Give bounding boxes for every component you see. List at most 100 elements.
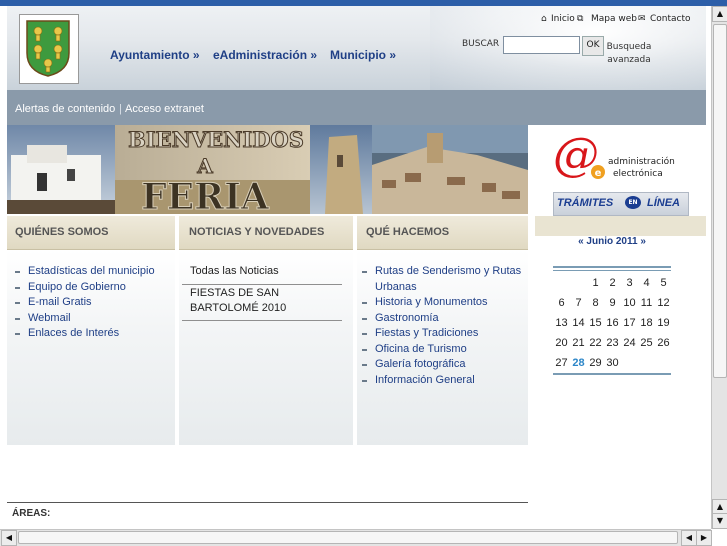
- scroll-left-arrow-icon[interactable]: ◀: [1, 530, 17, 546]
- banner-title: BIENVENIDOS: [128, 127, 304, 152]
- calendar-day[interactable]: 22: [587, 337, 604, 349]
- calendar-day[interactable]: 19: [655, 317, 672, 329]
- todas-noticias-link[interactable]: Todas las Noticias: [190, 265, 279, 277]
- calendar-day[interactable]: 27: [553, 357, 570, 369]
- search-input[interactable]: [503, 36, 580, 54]
- calendar-day[interactable]: 17: [621, 317, 638, 329]
- noticias-separator: [182, 284, 342, 285]
- quienes-link[interactable]: Equipo de Gobierno: [28, 281, 126, 293]
- banner-connector: A: [196, 154, 213, 178]
- calendar-day[interactable]: 3: [621, 277, 638, 289]
- calendar-day[interactable]: 30: [604, 357, 621, 369]
- calendar-day[interactable]: 6: [553, 297, 570, 309]
- calendar-day[interactable]: 16: [604, 317, 621, 329]
- en-badge: EN: [625, 196, 641, 209]
- calendar-month-nav[interactable]: « Junio 2011 »: [553, 236, 671, 247]
- tramites-label: TRÁMITES: [557, 197, 614, 209]
- bullet-icon: [362, 364, 367, 366]
- vertical-scroll-thumb[interactable]: [713, 24, 727, 378]
- scroll-up-arrow-icon[interactable]: ▲: [712, 6, 727, 22]
- home-icon: ⌂: [541, 14, 547, 24]
- e-letter: e: [595, 168, 602, 179]
- alertas-link[interactable]: Alertas de contenido: [15, 103, 115, 115]
- coat-of-arms-logo[interactable]: [25, 19, 71, 77]
- calendar-day[interactable]: 15: [587, 317, 604, 329]
- calendar-divider: [553, 373, 671, 375]
- areas-label: ÁREAS:: [12, 508, 51, 519]
- bullet-icon: [15, 286, 20, 289]
- quienes-link[interactable]: Webmail: [28, 312, 71, 324]
- calendar-day[interactable]: 26: [655, 337, 672, 349]
- calendar-divider: [553, 270, 671, 271]
- calendar-day[interactable]: 28: [570, 357, 587, 369]
- hacemos-link[interactable]: Rutas de Senderismo y Rutas: [375, 265, 521, 277]
- calendar-day[interactable]: 12: [655, 297, 672, 309]
- bullet-icon: [15, 317, 20, 320]
- hacemos-link[interactable]: Información General: [375, 374, 475, 386]
- calendar-day[interactable]: 2: [604, 277, 621, 289]
- alertbar-separator: |: [119, 103, 122, 115]
- scroll-down-arrow-icon[interactable]: ▼: [712, 513, 727, 529]
- hacemos-title: QUÉ HACEMOS: [366, 226, 450, 238]
- feria-banner[interactable]: BIENVENIDOS A FERIA: [7, 125, 528, 214]
- hacemos-link[interactable]: Gastronomía: [375, 312, 439, 324]
- admin-line1: administración: [608, 156, 675, 167]
- calendar-day[interactable]: 29: [587, 357, 604, 369]
- calendar-day[interactable]: 7: [570, 297, 587, 309]
- administracion-electronica-banner[interactable]: @ e administración electrónica: [553, 132, 688, 184]
- linea-label: LÍNEA: [647, 197, 680, 209]
- calendar-day[interactable]: 24: [621, 337, 638, 349]
- quienes-title: QUIÉNES SOMOS: [15, 226, 109, 238]
- bullet-icon: [15, 333, 20, 335]
- calendar-day[interactable]: 18: [638, 317, 655, 329]
- mail-icon: ✉: [638, 14, 646, 24]
- quienes-link[interactable]: Estadísticas del municipio: [28, 265, 155, 277]
- calendar-day[interactable]: 9: [604, 297, 621, 309]
- calendar-day[interactable]: 10: [621, 297, 638, 309]
- quienes-link[interactable]: E-mail Gratis: [28, 296, 92, 308]
- hacemos-link[interactable]: Oficina de Turismo: [375, 343, 467, 355]
- nav-ayuntamiento[interactable]: Ayuntamiento »: [110, 48, 200, 62]
- extranet-link[interactable]: Acceso extranet: [125, 103, 204, 115]
- bullet-icon: [362, 379, 367, 382]
- advanced-search-link[interactable]: Busqueda avanzada: [598, 41, 660, 67]
- calendar-day[interactable]: 4: [638, 277, 655, 289]
- hacemos-link[interactable]: Historia y Monumentos: [375, 296, 488, 308]
- hacemos-link[interactable]: Galería fotográfica: [375, 358, 466, 370]
- calendar-day[interactable]: 25: [638, 337, 655, 349]
- scroll-left-arrow-icon[interactable]: ◀: [681, 530, 697, 546]
- calendar-day[interactable]: 1: [587, 277, 604, 289]
- bullet-icon: [362, 317, 367, 320]
- toplink-inicio[interactable]: Inicio: [551, 14, 575, 24]
- quienes-link[interactable]: Enlaces de Interés: [28, 327, 119, 339]
- scroll-right-arrow-icon[interactable]: ▶: [696, 530, 712, 546]
- banner-feria: FERIA: [141, 176, 270, 214]
- calendar-day[interactable]: 8: [587, 297, 604, 309]
- noticias-body: [179, 250, 353, 445]
- areas-divider: [7, 502, 528, 503]
- noticias-separator: [182, 320, 342, 321]
- noticia-title-line1[interactable]: FIESTAS DE SAN: [190, 287, 279, 299]
- bullet-icon: [362, 271, 367, 273]
- toplink-mapa-web[interactable]: Mapa web: [591, 14, 637, 24]
- calendar-divider: [553, 266, 671, 268]
- nav-eadministracion[interactable]: eAdministración »: [213, 48, 317, 62]
- calendar-day[interactable]: 21: [570, 337, 587, 349]
- nav-municipio[interactable]: Municipio »: [330, 48, 396, 62]
- noticias-title: NOTICIAS Y NOVEDADES: [189, 226, 325, 238]
- sitemap-icon: ⧉: [577, 14, 584, 24]
- calendar-day[interactable]: 5: [655, 277, 672, 289]
- horizontal-scroll-thumb[interactable]: [18, 531, 678, 544]
- admin-line2: electrónica: [613, 168, 663, 179]
- hacemos-link[interactable]: Fiestas y Tradiciones: [375, 327, 478, 339]
- calendar-day[interactable]: 20: [553, 337, 570, 349]
- calendar-day[interactable]: 14: [570, 317, 587, 329]
- noticia-title-line2[interactable]: BARTOLOMÉ 2010: [190, 302, 286, 314]
- calendar-day[interactable]: 11: [638, 297, 655, 309]
- toplink-contacto[interactable]: Contacto: [650, 14, 691, 24]
- bullet-icon: [362, 302, 367, 304]
- hacemos-link[interactable]: Urbanas: [375, 281, 417, 293]
- calendar-day[interactable]: 13: [553, 317, 570, 329]
- calendar-day[interactable]: 23: [604, 337, 621, 349]
- bullet-icon: [15, 302, 20, 304]
